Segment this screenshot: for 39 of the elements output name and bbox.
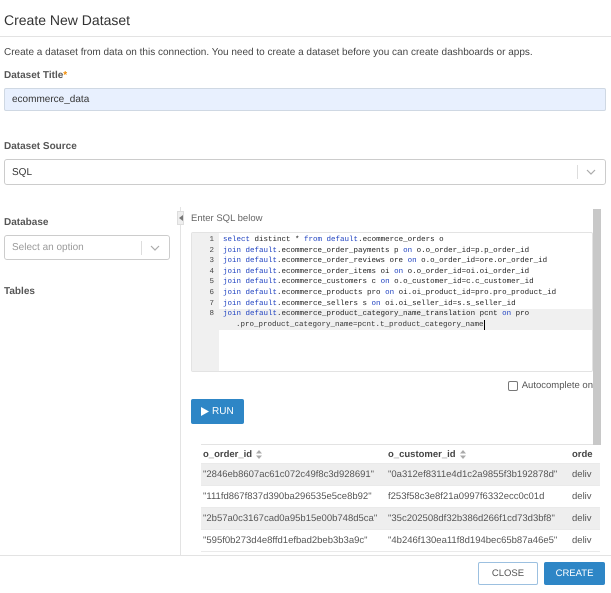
table-cell: "2b57a0c3167cad0a95b15e00b748d5ca": [203, 513, 378, 524]
table-cell: deliv: [572, 535, 592, 546]
table-cell: "111fd867f837d390ba296535e5ce8b92": [203, 491, 372, 502]
description: Create a dataset from data on this connection. You need to create a dataset before you can create dashboards or apps.: [4, 47, 534, 58]
field-label: Tables: [4, 286, 35, 297]
table-cell: "4b246f130ea11f8d194bec65b87a46e5": [388, 535, 558, 546]
collapse-icon: [178, 215, 182, 221]
chevron-icon: [586, 169, 596, 175]
source-select[interactable]: SQL: [4, 159, 606, 185]
field-label: Dataset Source: [4, 141, 77, 152]
table-cell: "0a312ef8311e4d1c2a9855f3b192878d": [388, 469, 558, 480]
table-cell: deliv: [572, 491, 592, 502]
run-button[interactable]: RUN: [191, 399, 244, 424]
chevron-icon: [150, 244, 160, 250]
table-cell: deliv: [572, 469, 592, 480]
dialog-title: Create New Dataset: [4, 12, 130, 28]
autocomplete-checkbox[interactable]: [508, 380, 518, 390]
table-cell: "2846eb8607ac61c072c49f8c3d928691": [203, 469, 374, 480]
scrollbar[interactable]: [593, 209, 601, 445]
sort-icon[interactable]: [460, 450, 466, 458]
sort-icon[interactable]: [256, 450, 262, 458]
editor-label: Enter SQL below: [191, 213, 264, 224]
title-field[interactable]: ecommerce_data: [4, 88, 606, 111]
play-icon: [201, 407, 209, 416]
column-header[interactable]: o_order_id: [203, 448, 252, 460]
field-label: Dataset Title: [4, 70, 64, 81]
collapse-button[interactable]: [177, 211, 184, 225]
sql-editor[interactable]: [191, 232, 593, 372]
checkbox-label: Autocomplete on: [522, 380, 593, 391]
close-button[interactable]: CLOSE: [478, 562, 538, 584]
table-cell: "595f0b273d4e8ffd1efbad2beb3b3a9c": [203, 535, 368, 546]
field-label: Database: [4, 217, 48, 228]
create-button[interactable]: CREATE: [544, 562, 605, 584]
column-header[interactable]: o_customer_id: [388, 448, 456, 460]
table-cell: "35c202508df32b386d266f1cd73d3bf8": [388, 513, 555, 524]
table-cell: deliv: [572, 513, 592, 524]
table-cell: f253f58c3e8f21a0997f6332ecc0c01d: [388, 491, 544, 502]
column-header[interactable]: orde: [572, 448, 593, 460]
required-mark: *: [63, 70, 68, 81]
